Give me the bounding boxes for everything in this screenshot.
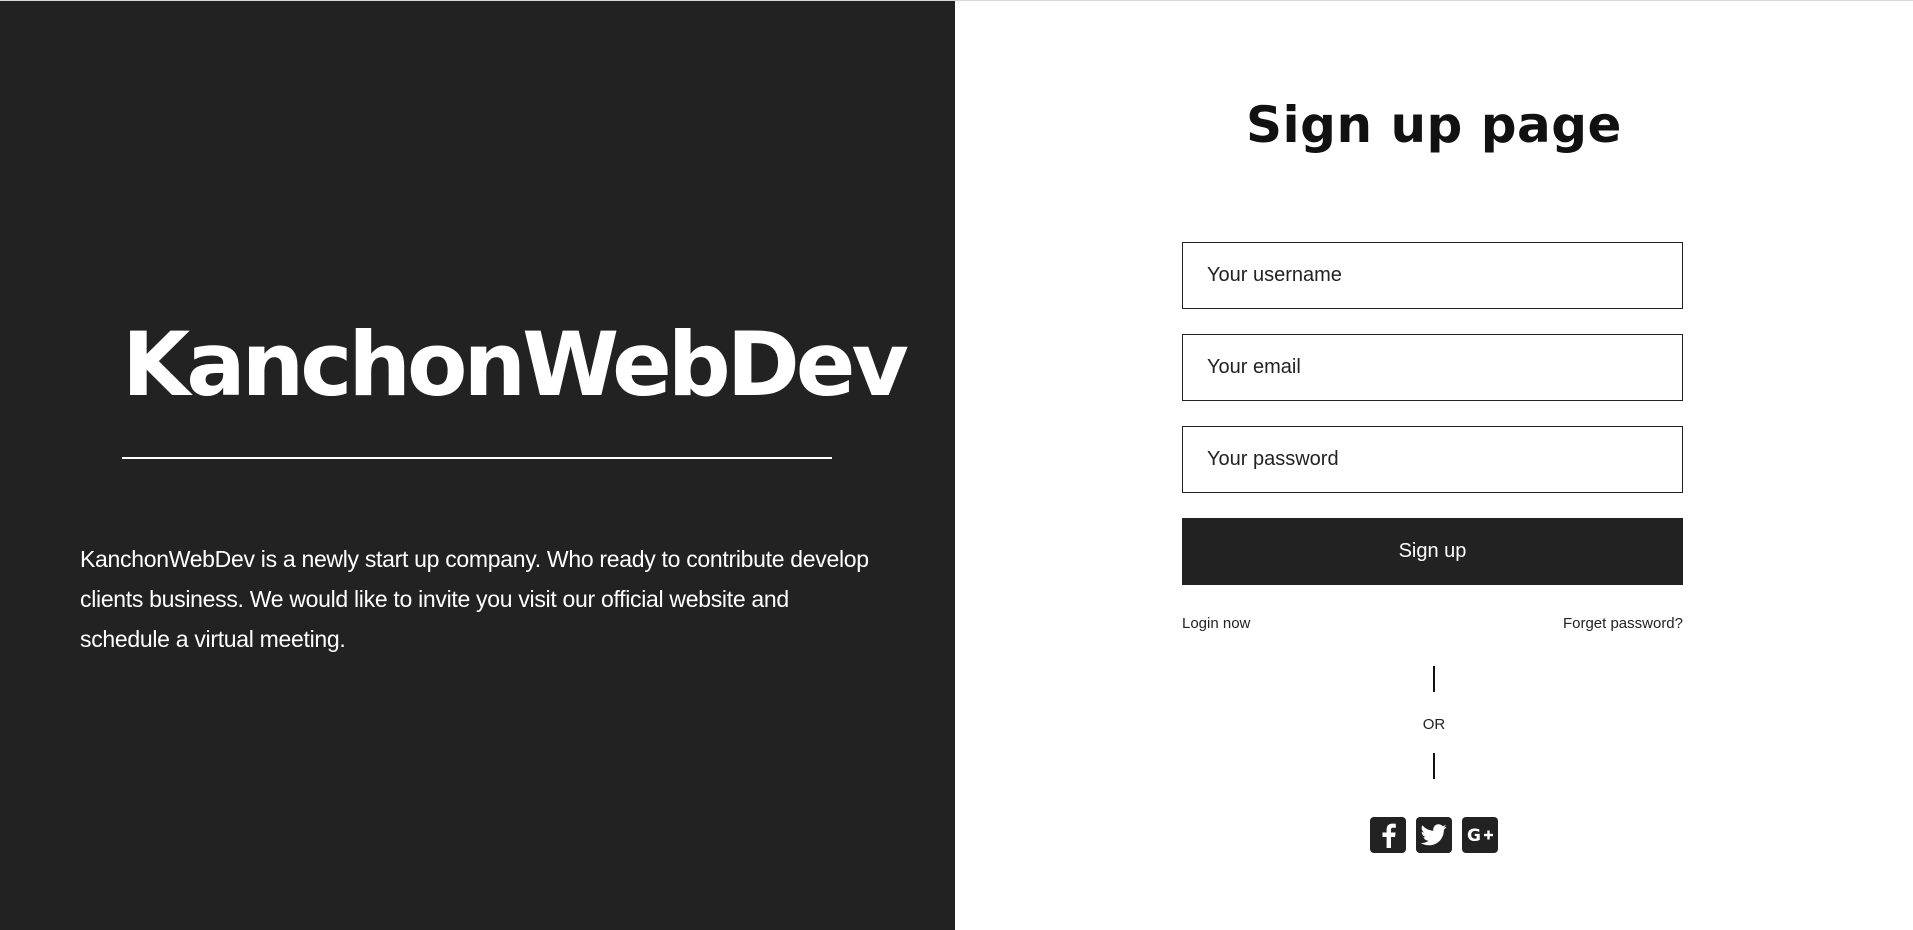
forgot-password-link[interactable]: Forget password?: [1563, 615, 1683, 632]
or-line-bottom: [1433, 753, 1435, 779]
brand-description: KanchonWebDev is a newly start up compan…: [80, 546, 869, 652]
page-title: Sign up page: [1246, 96, 1622, 154]
facebook-icon[interactable]: [1370, 817, 1406, 853]
brand-divider: [122, 457, 832, 459]
svg-text:G: G: [1467, 826, 1481, 845]
brand-panel: KanchonWebDev KanchonWebDev is a newly s…: [0, 1, 955, 930]
login-now-link[interactable]: Login now: [1182, 615, 1250, 632]
signup-form: Sign up Login now Forget password?: [1182, 242, 1683, 632]
signup-page: KanchonWebDev KanchonWebDev is a newly s…: [0, 0, 1913, 930]
password-input[interactable]: [1182, 426, 1683, 493]
form-links: Login now Forget password?: [1182, 615, 1683, 632]
or-divider: OR: [955, 666, 1913, 779]
username-input[interactable]: [1182, 242, 1683, 309]
twitter-icon[interactable]: [1416, 817, 1452, 853]
form-panel: Sign up page Sign up Login now Forget pa…: [955, 1, 1913, 930]
brand-name: KanchonWebDev: [122, 313, 909, 416]
or-text: OR: [1422, 716, 1446, 733]
social-login-buttons: G: [955, 817, 1913, 853]
signup-button[interactable]: Sign up: [1182, 518, 1683, 585]
google-plus-icon[interactable]: G: [1462, 817, 1498, 853]
email-input[interactable]: [1182, 334, 1683, 401]
or-line-top: [1433, 666, 1435, 692]
